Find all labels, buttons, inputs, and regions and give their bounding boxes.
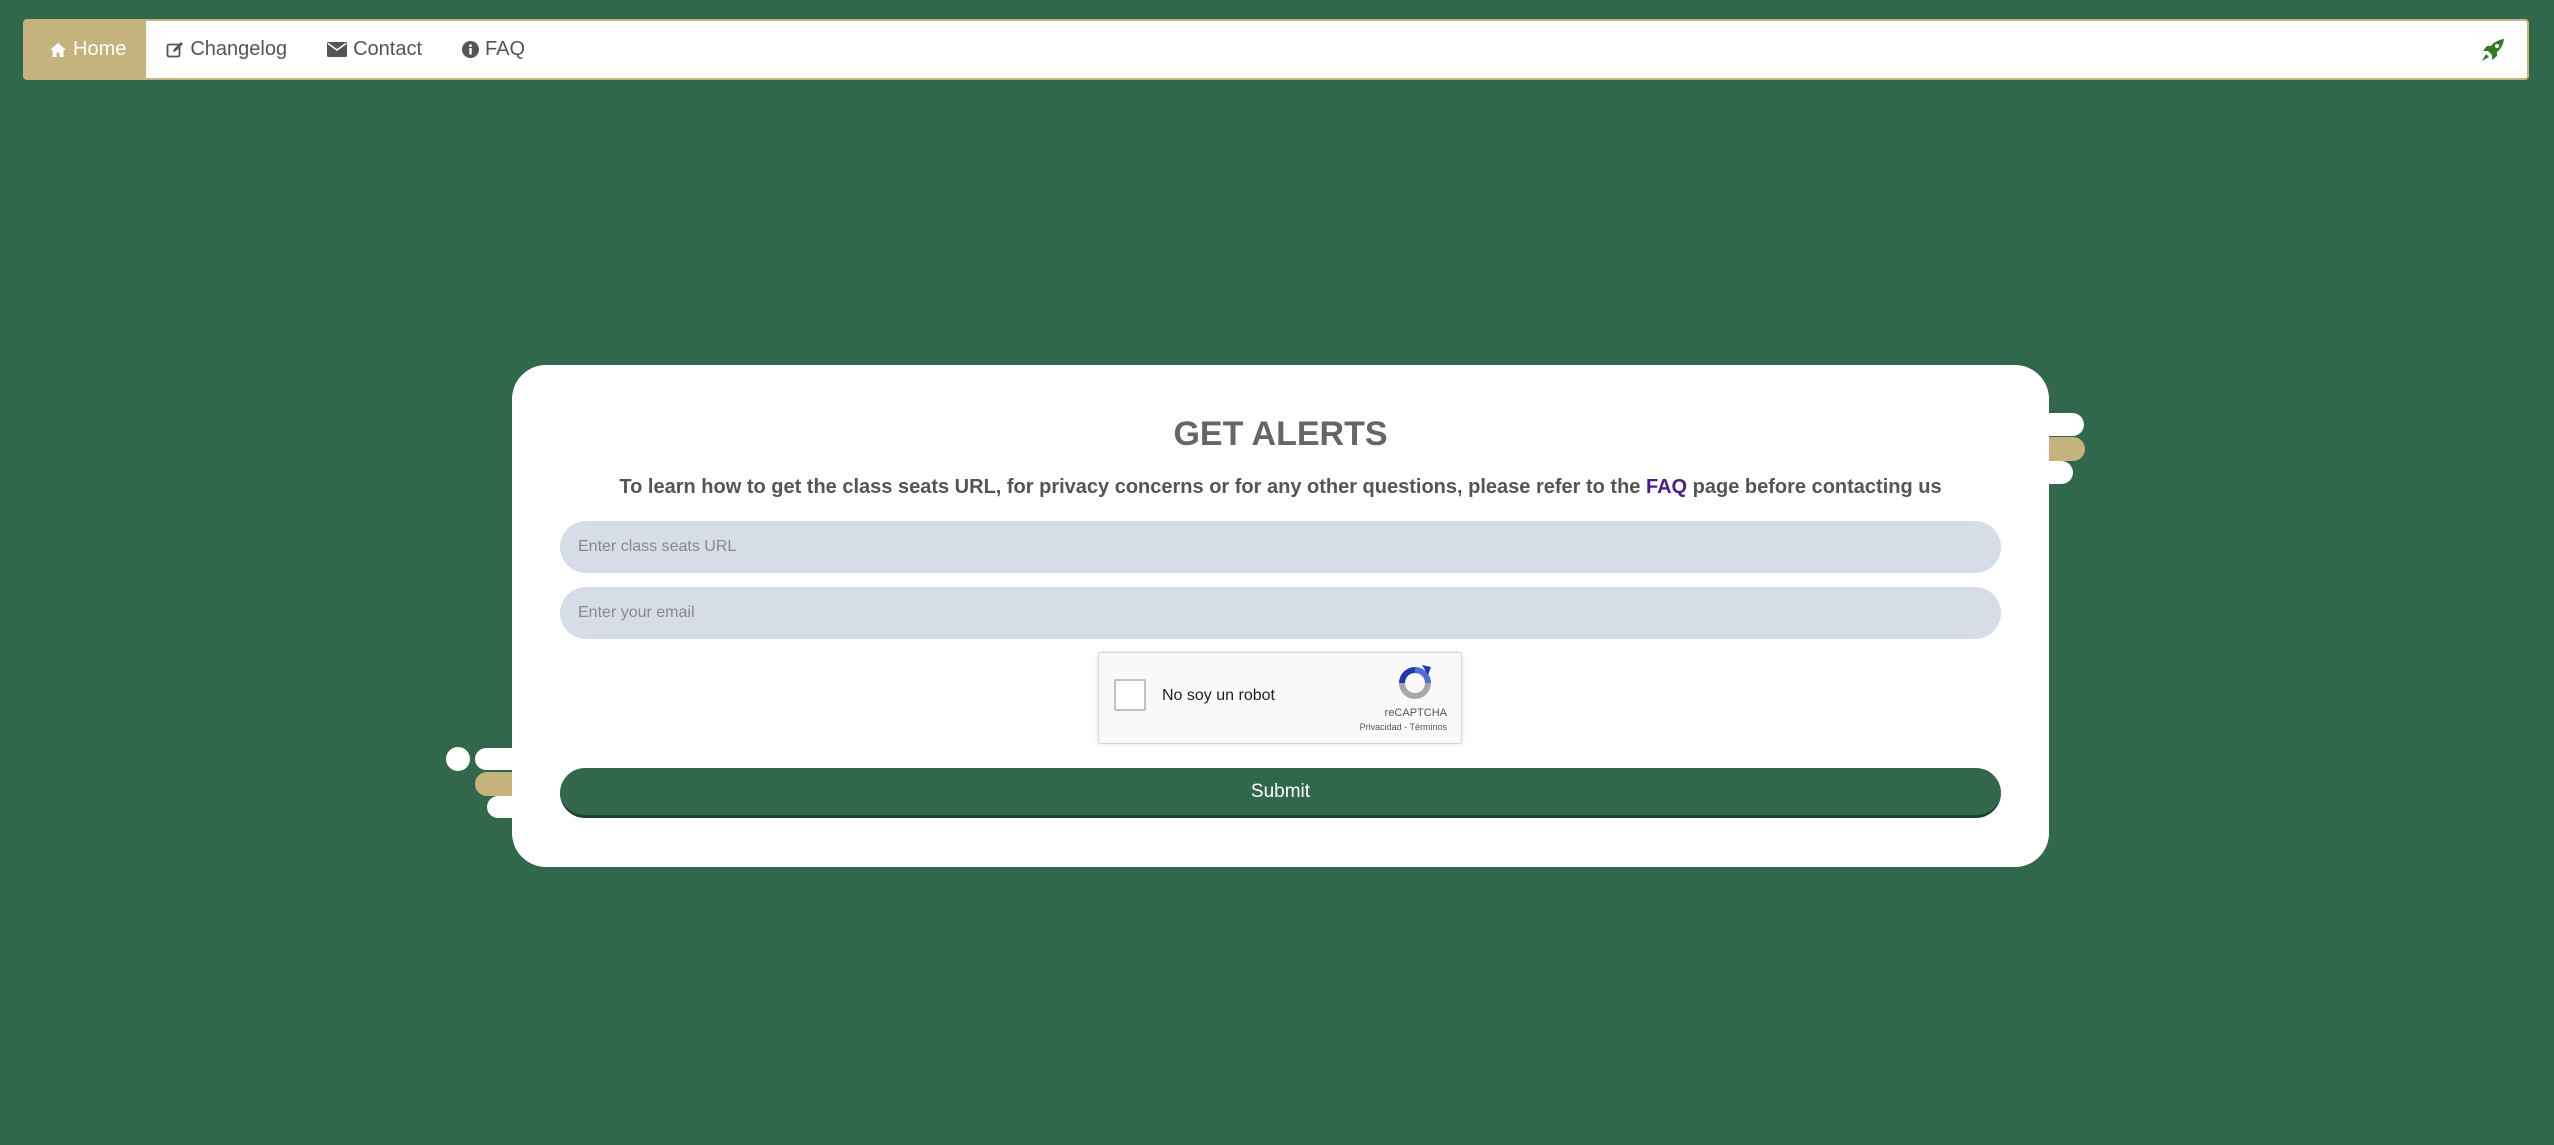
faq-link[interactable]: FAQ [1646, 476, 1687, 498]
nav-item-contact[interactable]: Contact [307, 21, 442, 78]
nav-item-changelog[interactable]: Changelog [146, 21, 307, 78]
home-icon [50, 42, 66, 57]
recaptcha-label: No soy un robot [1162, 687, 1275, 704]
info-text-after: page before contacting us [1687, 476, 1942, 498]
recaptcha-links: Privacidad - Términos [1360, 722, 1447, 732]
nav-item-label: FAQ [485, 38, 526, 60]
alerts-card: GET ALERTS To learn how to get the class… [512, 365, 2049, 867]
nav-item-home[interactable]: Home [25, 21, 147, 78]
recaptcha-logo-icon [1399, 665, 1431, 699]
submit-button[interactable]: Submit [560, 768, 2001, 818]
decor-dot [446, 747, 470, 771]
nav-right [2481, 21, 2527, 78]
nav-item-label: Home [73, 38, 127, 60]
recaptcha-privacy-link[interactable]: Privacidad [1360, 722, 1402, 732]
page-title: GET ALERTS [1173, 415, 1388, 453]
recaptcha-checkbox[interactable] [1114, 679, 1146, 711]
info-circle-icon [462, 41, 480, 58]
nav-item-faq[interactable]: FAQ [442, 21, 545, 78]
recaptcha-widget: No soy un robot reCAPTCHA Privacidad - T… [1098, 652, 1462, 744]
top-navbar: Home Changelog Contact FAQ [23, 19, 2529, 80]
nav-item-label: Changelog [190, 38, 288, 60]
email-input[interactable] [560, 587, 2001, 639]
class-url-input[interactable] [560, 521, 2001, 573]
info-text-before: To learn how to get the class seats URL,… [619, 476, 1646, 498]
rocket-icon[interactable] [2481, 38, 2505, 62]
info-text: To learn how to get the class seats URL,… [512, 476, 2049, 499]
recaptcha-terms-link[interactable]: Términos [1409, 722, 1447, 732]
envelope-icon [327, 42, 348, 57]
recaptcha-brand: reCAPTCHA [1384, 707, 1447, 719]
nav-item-label: Contact [353, 38, 423, 60]
edit-icon [166, 41, 184, 57]
